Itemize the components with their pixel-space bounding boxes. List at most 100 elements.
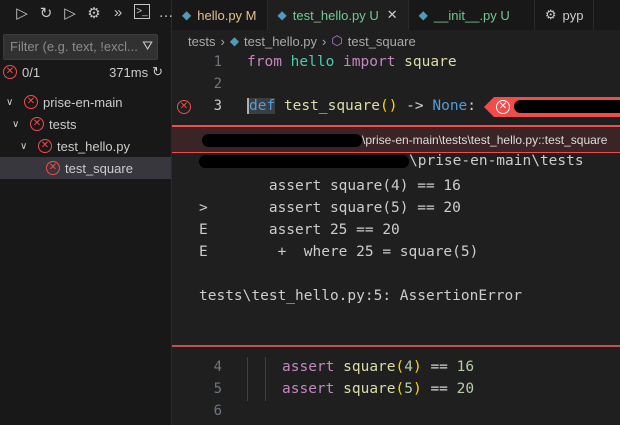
breadcrumb-symbol[interactable]: test_square — [348, 34, 416, 49]
peek-title: \prise-en-main\tests\test_hello.py::test… — [362, 133, 608, 147]
failed-icon: ✕ — [30, 117, 44, 131]
tab-pyproject[interactable]: ⚙ pyp — [535, 0, 595, 30]
colon: : — [467, 98, 477, 114]
breadcrumb-folder[interactable]: tests — [188, 34, 215, 49]
tab-badge: U — [369, 7, 379, 23]
fn: test_square — [283, 98, 380, 114]
kw: assert — [282, 359, 335, 375]
filter-input[interactable]: Filter (e.g. text, !excl... ⛛ — [3, 34, 158, 60]
python-icon: ◆ — [418, 8, 428, 22]
tree-item-test-hello[interactable]: ∨ ✕ test_hello.py — [0, 135, 171, 157]
python-icon: ◆ — [277, 8, 287, 22]
peek-output: \prise-en-main\tests assert square(4) ==… — [172, 153, 620, 347]
symbol-method-icon: ⬡ — [331, 33, 343, 48]
close-icon[interactable]: ✕ — [387, 7, 398, 23]
test-duration: 371ms — [109, 64, 149, 80]
tree-item-test-square[interactable]: ✕ test_square — [0, 157, 171, 179]
tab-label: pyp — [562, 7, 584, 23]
tab-badge: M — [245, 7, 257, 23]
chevron-down-icon[interactable]: ∨ — [6, 97, 18, 108]
tree-item-label: test_square — [65, 160, 133, 176]
gear-icon: ⚙ — [544, 7, 557, 22]
chevron-right-icon: › — [322, 33, 327, 49]
code-line-5[interactable]: assert square(5) == 20 — [282, 381, 474, 397]
run-all-icon[interactable]: ▷ — [62, 4, 78, 22]
failed-icon: ✕ — [3, 65, 17, 79]
run-tests-icon[interactable]: ▷ — [14, 4, 30, 22]
tab-label: hello.py — [197, 7, 243, 23]
failed-icon: ✕ — [38, 139, 52, 153]
breadcrumb-file[interactable]: test_hello.py — [244, 34, 317, 49]
code-line-4[interactable]: assert square(4) == 16 — [282, 359, 474, 375]
tab-test-hello-py[interactable]: ◆ test_hello.py U ✕ — [267, 0, 409, 30]
output-line: E assert 25 == 20 — [199, 222, 400, 238]
python-icon: ◆ — [182, 8, 192, 22]
chevron-right-icon: › — [220, 33, 225, 49]
tab-init-py[interactable]: ◆ __init__.py U — [409, 0, 535, 30]
code-line-1[interactable]: from hello import square — [247, 54, 457, 70]
arg: 5 — [404, 381, 413, 397]
editor-tabs: ◆ hello.py M ◆ test_hello.py U ✕ ◆ __init__.… — [172, 0, 620, 30]
filter-placeholder: Filter (e.g. text, !excl... — [10, 39, 138, 54]
output-line: tests\test_hello.py:5: AssertionError — [199, 288, 523, 304]
chevron-down-icon[interactable]: ∨ — [20, 141, 32, 152]
line-number: 3 — [213, 98, 222, 114]
test-count: 0/1 — [22, 64, 41, 80]
debug-tests-icon[interactable]: ⚙ — [86, 4, 102, 22]
kw: assert — [282, 381, 335, 397]
test-summary: ✕ 0/1 371ms ↻ — [3, 64, 163, 80]
kw: import — [343, 54, 396, 70]
tree-item-prise-en-main[interactable]: ∨ ✕ prise-en-main — [0, 91, 171, 113]
chevron-down-icon[interactable]: ∨ — [12, 119, 24, 130]
testing-sidebar: ▷ ↻ ▷ ⚙ » >_ … Filter (e.g. text, !excl.… — [0, 0, 174, 425]
line-number: 4 — [213, 359, 222, 375]
coverage-icon[interactable]: » — [110, 4, 126, 22]
indent-guide — [247, 357, 248, 401]
failed-icon: ✕ — [24, 95, 38, 109]
error-icon: ✕ — [496, 100, 510, 114]
redacted — [514, 100, 620, 113]
line-number: 2 — [213, 76, 222, 92]
tree-item-label: prise-en-main — [43, 94, 123, 110]
tab-hello-py[interactable]: ◆ hello.py M — [172, 0, 268, 30]
arg: 4 — [404, 359, 413, 375]
line-number: 5 — [213, 381, 222, 397]
python-icon: ◆ — [229, 34, 240, 48]
redacted — [202, 134, 362, 148]
tab-label: __init__.py — [433, 7, 497, 23]
inline-error-message[interactable]: ✕ — [484, 97, 620, 117]
line-number: 6 — [213, 403, 222, 419]
tab-badge: U — [500, 7, 510, 23]
arrow: -> — [397, 98, 433, 114]
output-line: assert square(4) == 16 — [199, 178, 461, 194]
refresh-icon[interactable]: ↻ — [38, 4, 54, 22]
test-toolbar: ▷ ↻ ▷ ⚙ » >_ … — [14, 4, 174, 22]
fn: square — [343, 381, 396, 397]
tree-item-tests[interactable]: ∨ ✕ tests — [0, 113, 171, 135]
op: == — [421, 359, 457, 375]
breadcrumb: tests › ◆ test_hello.py › ⬡ test_square — [188, 33, 416, 49]
output-line: E + where 25 = square(5) — [199, 244, 479, 260]
terminal-icon[interactable]: >_ — [134, 4, 150, 19]
path-text: \prise-en-main\tests — [409, 153, 584, 169]
filter-icon[interactable]: ⛛ — [142, 38, 153, 54]
num: 20 — [456, 381, 475, 397]
paren: () — [379, 98, 398, 114]
code-line-3[interactable]: def test_square() -> None: — [247, 98, 476, 114]
output-line: > assert square(5) == 20 — [199, 200, 461, 216]
none: None — [432, 98, 468, 114]
rerun-icon[interactable]: ↻ — [152, 64, 163, 80]
op: == — [421, 381, 457, 397]
fn: square — [343, 359, 396, 375]
test-failed-gutter-icon[interactable]: ✕ — [177, 100, 191, 114]
peek-path: \prise-en-main\tests — [199, 153, 584, 169]
peek-header: \prise-en-main\tests\test_hello.py::test… — [172, 125, 620, 153]
line-number: 1 — [213, 54, 222, 70]
num: 16 — [456, 359, 475, 375]
tree-item-label: tests — [49, 116, 77, 132]
peek-lines: assert square(4) == 16 > assert square(5)… — [199, 175, 522, 307]
tab-label: test_hello.py — [292, 7, 366, 23]
tree-item-label: test_hello.py — [57, 138, 130, 154]
kw: def — [247, 98, 276, 114]
